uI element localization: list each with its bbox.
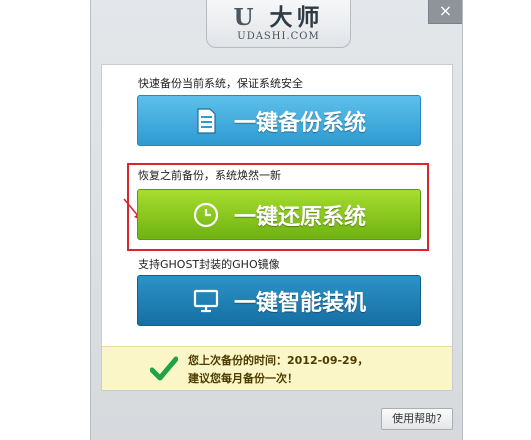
logo-letter: U [233,4,258,31]
main-panel: 快速备份当前系统，保证系统安全 一键备份系统 恢复之前备份，系统焕然一新 一键还… [101,64,453,391]
backup-button[interactable]: 一键备份系统 [137,95,421,146]
restore-button-label: 一键还原系统 [233,204,366,230]
logo: U 大师 UDASHI.COM [206,0,351,48]
close-button[interactable]: × [428,0,462,24]
restore-button[interactable]: 一键还原系统 [137,189,421,240]
logo-text: 大师 [269,5,324,31]
backup-caption: 快速备份当前系统，保证系统安全 [138,77,303,90]
restore-caption: 恢复之前备份，系统焕然一新 [138,169,281,182]
backup-advice-text: 建议您每月备份一次！ [188,372,298,385]
install-button[interactable]: 一键智能装机 [137,275,421,326]
logo-mark: U 大师 [207,4,350,32]
backup-button-label: 一键备份系统 [233,110,366,136]
info-bar: 您上次备份的时间：2012-09-29， 建议您每月备份一次！ [102,346,452,390]
clock-icon [192,201,220,229]
app-window: U 大师 UDASHI.COM × 快速备份当前系统，保证系统安全 一键备份系统… [90,0,463,440]
install-button-label: 一键智能装机 [233,290,366,316]
install-caption: 支持GHOST封装的GHO镜像 [138,258,280,271]
document-icon [192,107,220,135]
monitor-icon [192,287,220,315]
check-icon [150,356,178,381]
last-backup-text: 您上次备份的时间：2012-09-29， [188,354,369,367]
help-button[interactable]: 使用帮助? [381,408,453,430]
logo-domain: UDASHI.COM [237,31,320,42]
